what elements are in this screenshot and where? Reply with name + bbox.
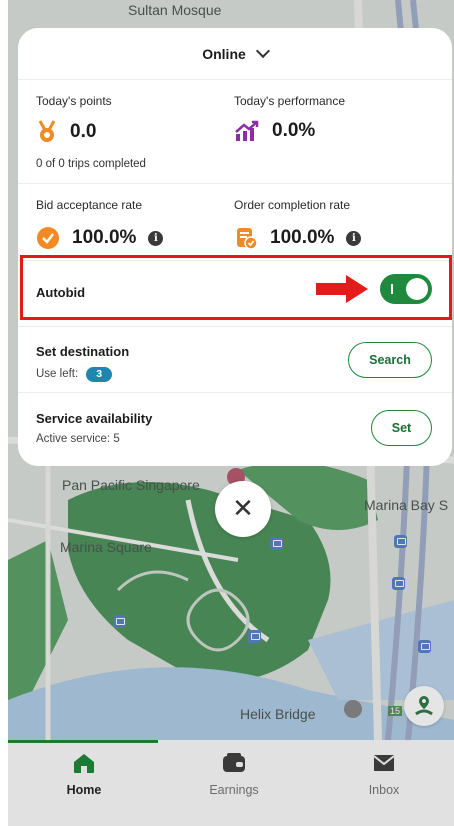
order-completion-rate: Order completion rate 100.0% i — [234, 198, 362, 250]
set-service-button[interactable]: Set — [371, 410, 432, 446]
status-card: Online Today's points 0.0 0 of 0 trips c… — [18, 28, 452, 466]
order-completion-value: 100.0% — [270, 227, 335, 248]
set-destination-row: Set destination Use left: 3 Search — [18, 326, 452, 392]
todays-points-value: 0.0 — [70, 121, 97, 142]
wallet-icon — [223, 753, 245, 772]
bid-acceptance-rate: Bid acceptance rate 100.0% i — [36, 198, 164, 250]
service-availability-title: Service availability — [36, 411, 153, 426]
online-status-dropdown[interactable]: Online — [18, 28, 452, 80]
todays-performance-label: Today's performance — [234, 94, 346, 108]
nav-label-earnings: Earnings — [209, 783, 259, 797]
phone-screen: Sultan Mosque Pan Pacific Singapore Mari… — [8, 0, 454, 826]
toggle-knob — [406, 278, 428, 300]
use-left-text: Use left: 3 — [36, 367, 113, 382]
info-icon[interactable]: i — [346, 230, 362, 246]
todays-performance-value: 0.0% — [272, 120, 316, 141]
bid-acceptance-value: 100.0% — [72, 227, 137, 248]
todays-performance: Today's performance 0.0% — [234, 94, 345, 142]
order-completion-label: Order completion rate — [234, 198, 351, 212]
inbox-icon — [373, 755, 395, 771]
bottom-navigation: Home Earnings Inbox — [8, 740, 454, 826]
medal-icon — [38, 120, 56, 142]
close-button[interactable]: ✕ — [215, 481, 271, 537]
online-status-label: Online — [202, 45, 246, 62]
nav-label-home: Home — [66, 783, 102, 797]
use-left-label: Use left: — [36, 368, 79, 380]
info-icon[interactable]: i — [148, 230, 164, 246]
nav-label-inbox: Inbox — [368, 783, 400, 797]
bid-acceptance-label: Bid acceptance rate — [36, 198, 143, 212]
red-arrow-icon — [316, 275, 368, 303]
nav-item-home[interactable]: Home — [24, 752, 144, 797]
chevron-down-icon — [255, 43, 270, 59]
trips-completed-text: 0 of 0 trips completed — [36, 158, 146, 170]
active-service-text: Active service: 5 — [36, 433, 120, 445]
document-check-icon — [237, 228, 258, 250]
todays-points-label: Today's points — [36, 94, 112, 108]
autobid-toggle[interactable] — [380, 274, 432, 304]
nav-item-inbox[interactable]: Inbox — [324, 752, 444, 797]
toggle-on-mark — [391, 284, 393, 294]
rates-section: Bid acceptance rate 100.0% i Order compl… — [18, 184, 452, 260]
set-destination-title: Set destination — [36, 344, 130, 359]
trend-up-icon — [235, 120, 259, 141]
home-icon — [74, 754, 94, 773]
nav-item-earnings[interactable]: Earnings — [174, 752, 294, 797]
search-destination-button[interactable]: Search — [348, 342, 432, 378]
check-circle-icon — [37, 227, 59, 249]
todays-points: Today's points 0.0 0 of 0 trips complete… — [36, 94, 146, 170]
active-tab-indicator — [8, 740, 158, 743]
today-stats: Today's points 0.0 0 of 0 trips complete… — [18, 80, 452, 184]
use-left-count-badge: 3 — [86, 367, 113, 382]
service-availability-row: Service availability Active service: 5 S… — [18, 392, 452, 458]
